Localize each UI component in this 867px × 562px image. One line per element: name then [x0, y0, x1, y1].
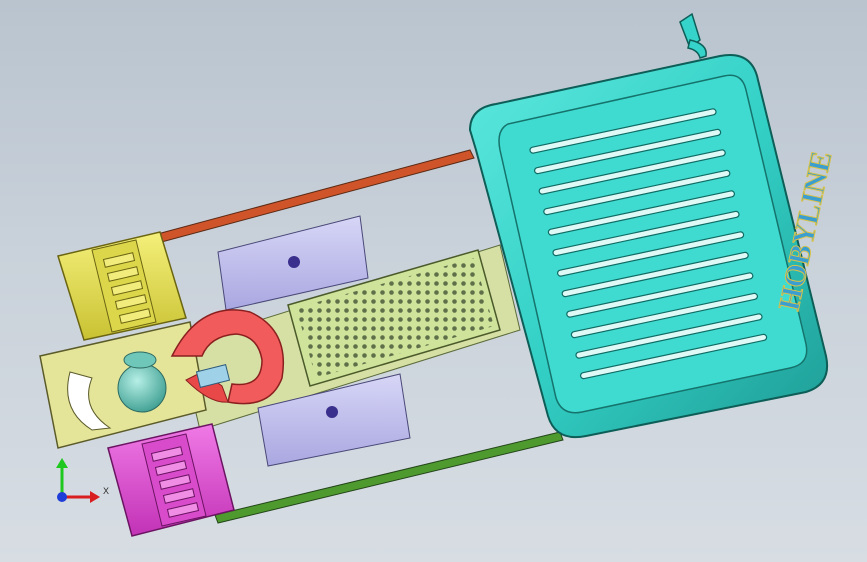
ball-joint[interactable]	[117, 363, 167, 413]
coordinate-triad: X	[56, 458, 109, 503]
housing-clip[interactable]	[679, 12, 707, 59]
yellow-roller[interactable]	[57, 231, 187, 341]
x-axis-label: X	[103, 486, 109, 496]
magenta-roller[interactable]	[107, 423, 235, 537]
cad-model[interactable]: HOBYLINE X	[0, 0, 867, 562]
graphics-viewport[interactable]: HOBYLINE X	[0, 0, 867, 562]
motor-housing[interactable]: HOBYLINE	[468, 54, 839, 438]
